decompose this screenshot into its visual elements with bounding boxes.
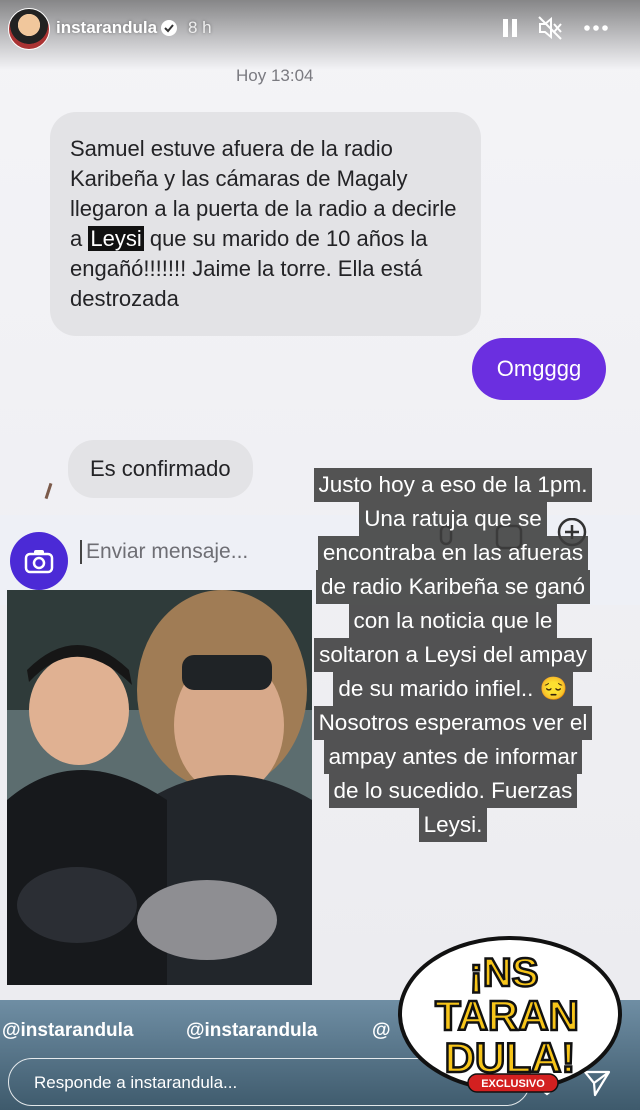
avatar[interactable]: [8, 8, 50, 50]
more-icon[interactable]: [582, 14, 610, 42]
outgoing-message-bubble: Omgggg: [472, 338, 606, 400]
caption-line: de lo sucedido. Fuerzas: [328, 774, 578, 808]
caption-line: de su marido infiel.. 😔: [333, 672, 573, 706]
incoming-message-bubble: Samuel estuve afuera de la radio Karibeñ…: [50, 112, 481, 336]
caption-line: de radio Karibeña se ganó: [316, 570, 590, 604]
camera-button: [10, 532, 68, 590]
instarandula-logo: ¡NS TARAN DULA! EXCLUSIVO: [398, 936, 622, 1093]
story-header: instarandula 8 h: [0, 0, 640, 62]
message-highlight-name: Leysi: [88, 226, 144, 251]
caption-line: Nosotros esperamos ver el: [313, 706, 593, 740]
couple-photo: [7, 590, 312, 985]
mention-tag[interactable]: @: [372, 1020, 391, 1042]
mute-icon[interactable]: [536, 14, 564, 42]
caption-line: encontraba en las afueras: [317, 536, 589, 570]
caption-line: soltaron a Leysi del ampay: [314, 638, 592, 672]
camera-icon: [24, 550, 54, 574]
story-caption: Justo hoy a eso de la 1pm. Una ratuja qu…: [292, 468, 614, 842]
story-view: Hoy 13:04 Samuel estuve afuera de la rad…: [0, 0, 640, 1110]
logo-text-line2: TARAN: [435, 992, 579, 1039]
caption-line: ampay antes de informar: [323, 740, 583, 774]
mention-tag[interactable]: @instarandula: [186, 1020, 318, 1042]
caption-line: Una ratuja que se: [359, 502, 547, 536]
logo-badge: EXCLUSIVO: [481, 1078, 545, 1090]
username[interactable]: instarandula: [56, 18, 157, 38]
caption-line: Leysi.: [418, 808, 488, 842]
couple-photo-art: [7, 590, 312, 985]
verified-badge-icon: [161, 20, 177, 36]
caption-line: Justo hoy a eso de la 1pm.: [313, 468, 593, 502]
mention-tag[interactable]: @instarandula: [2, 1020, 134, 1042]
pause-icon[interactable]: [496, 14, 524, 42]
composer-input: Enviar mensaje...: [80, 540, 248, 564]
confirm-message-bubble: Es confirmado: [68, 440, 253, 498]
caption-line: con la noticia que le: [348, 604, 558, 638]
logo-text-line1: ¡NS: [470, 951, 539, 995]
reply-placeholder: Responde a instarandula...: [34, 1073, 238, 1092]
post-time: 8 h: [188, 18, 212, 37]
